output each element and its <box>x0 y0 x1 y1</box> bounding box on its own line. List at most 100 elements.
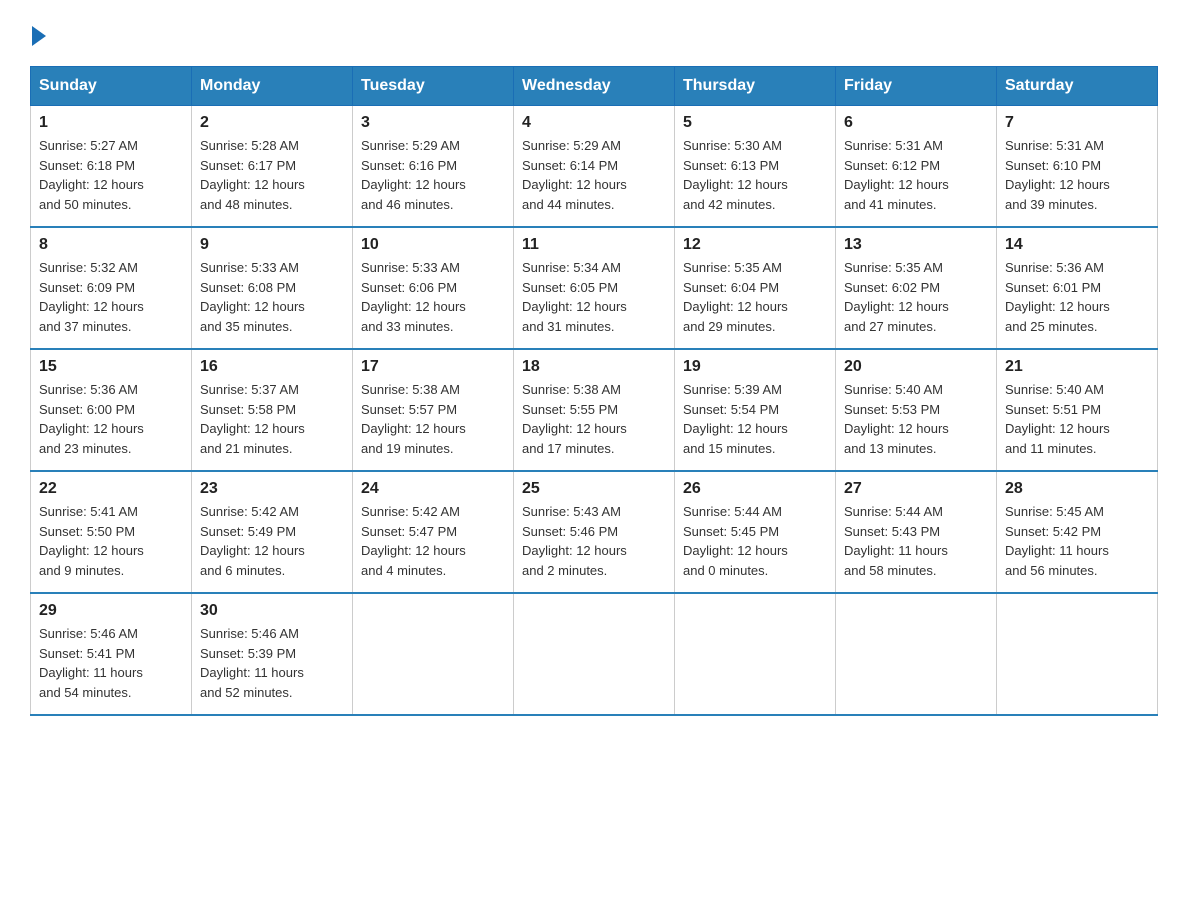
calendar-table: SundayMondayTuesdayWednesdayThursdayFrid… <box>30 66 1158 716</box>
header-cell-monday: Monday <box>192 67 353 106</box>
day-number: 1 <box>39 114 183 132</box>
calendar-day-cell: 4 Sunrise: 5:29 AMSunset: 6:14 PMDaylight… <box>514 106 675 228</box>
calendar-day-cell: 30Sunrise: 5:46 AMSunset: 5:39 PMDayligh… <box>192 593 353 715</box>
calendar-body: 1 Sunrise: 5:27 AMSunset: 6:18 PMDaylight… <box>31 106 1158 716</box>
day-number: 15 <box>39 358 183 376</box>
calendar-day-cell: 10Sunrise: 5:33 AMSunset: 6:06 PMDayligh… <box>353 227 514 349</box>
day-number: 13 <box>844 236 988 254</box>
logo-triangle-icon <box>32 26 46 46</box>
calendar-day-cell: 19 Sunrise: 5:39 AMSunset: 5:54 PMDayligh… <box>675 349 836 471</box>
calendar-week-row: 1 Sunrise: 5:27 AMSunset: 6:18 PMDaylight… <box>31 106 1158 228</box>
calendar-day-cell: 9 Sunrise: 5:33 AMSunset: 6:08 PMDaylight… <box>192 227 353 349</box>
day-info: Sunrise: 5:36 AMSunset: 6:01 PMDaylight:… <box>1005 258 1149 336</box>
day-number: 21 <box>1005 358 1149 376</box>
calendar-day-cell <box>997 593 1158 715</box>
calendar-day-cell: 11 Sunrise: 5:34 AMSunset: 6:05 PMDayligh… <box>514 227 675 349</box>
calendar-day-cell: 15Sunrise: 5:36 AMSunset: 6:00 PMDayligh… <box>31 349 192 471</box>
header-cell-tuesday: Tuesday <box>353 67 514 106</box>
header-row: SundayMondayTuesdayWednesdayThursdayFrid… <box>31 67 1158 106</box>
calendar-day-cell <box>675 593 836 715</box>
logo-blue-part <box>30 30 46 46</box>
day-info: Sunrise: 5:30 AMSunset: 6:13 PMDaylight:… <box>683 136 827 214</box>
day-info: Sunrise: 5:39 AMSunset: 5:54 PMDaylight:… <box>683 380 827 458</box>
day-number: 8 <box>39 236 183 254</box>
day-info: Sunrise: 5:33 AMSunset: 6:06 PMDaylight:… <box>361 258 505 336</box>
calendar-day-cell: 28 Sunrise: 5:45 AMSunset: 5:42 PMDayligh… <box>997 471 1158 593</box>
day-info: Sunrise: 5:41 AMSunset: 5:50 PMDaylight:… <box>39 502 183 580</box>
day-info: Sunrise: 5:35 AMSunset: 6:02 PMDaylight:… <box>844 258 988 336</box>
calendar-day-cell <box>353 593 514 715</box>
day-info: Sunrise: 5:45 AMSunset: 5:42 PMDaylight:… <box>1005 502 1149 580</box>
calendar-day-cell: 26 Sunrise: 5:44 AMSunset: 5:45 PMDayligh… <box>675 471 836 593</box>
calendar-day-cell: 22 Sunrise: 5:41 AMSunset: 5:50 PMDayligh… <box>31 471 192 593</box>
calendar-day-cell: 13 Sunrise: 5:35 AMSunset: 6:02 PMDayligh… <box>836 227 997 349</box>
day-number: 17 <box>361 358 505 376</box>
day-info: Sunrise: 5:43 AMSunset: 5:46 PMDaylight:… <box>522 502 666 580</box>
day-number: 7 <box>1005 114 1149 132</box>
calendar-day-cell: 27Sunrise: 5:44 AMSunset: 5:43 PMDayligh… <box>836 471 997 593</box>
calendar-day-cell <box>836 593 997 715</box>
header-cell-thursday: Thursday <box>675 67 836 106</box>
day-number: 18 <box>522 358 666 376</box>
calendar-week-row: 29Sunrise: 5:46 AMSunset: 5:41 PMDayligh… <box>31 593 1158 715</box>
calendar-day-cell: 18 Sunrise: 5:38 AMSunset: 5:55 PMDayligh… <box>514 349 675 471</box>
day-info: Sunrise: 5:42 AMSunset: 5:47 PMDaylight:… <box>361 502 505 580</box>
day-info: Sunrise: 5:44 AMSunset: 5:43 PMDaylight:… <box>844 502 988 580</box>
day-info: Sunrise: 5:35 AMSunset: 6:04 PMDaylight:… <box>683 258 827 336</box>
calendar-day-cell: 6 Sunrise: 5:31 AMSunset: 6:12 PMDaylight… <box>836 106 997 228</box>
calendar-day-cell: 25 Sunrise: 5:43 AMSunset: 5:46 PMDayligh… <box>514 471 675 593</box>
day-info: Sunrise: 5:40 AMSunset: 5:53 PMDaylight:… <box>844 380 988 458</box>
day-info: Sunrise: 5:29 AMSunset: 6:16 PMDaylight:… <box>361 136 505 214</box>
day-number: 12 <box>683 236 827 254</box>
calendar-day-cell: 16Sunrise: 5:37 AMSunset: 5:58 PMDayligh… <box>192 349 353 471</box>
day-info: Sunrise: 5:38 AMSunset: 5:55 PMDaylight:… <box>522 380 666 458</box>
logo <box>30 30 46 46</box>
calendar-day-cell: 24 Sunrise: 5:42 AMSunset: 5:47 PMDayligh… <box>353 471 514 593</box>
day-info: Sunrise: 5:27 AMSunset: 6:18 PMDaylight:… <box>39 136 183 214</box>
day-info: Sunrise: 5:40 AMSunset: 5:51 PMDaylight:… <box>1005 380 1149 458</box>
day-number: 25 <box>522 480 666 498</box>
day-number: 24 <box>361 480 505 498</box>
day-number: 14 <box>1005 236 1149 254</box>
day-number: 5 <box>683 114 827 132</box>
day-info: Sunrise: 5:46 AMSunset: 5:41 PMDaylight:… <box>39 624 183 702</box>
calendar-day-cell: 17 Sunrise: 5:38 AMSunset: 5:57 PMDayligh… <box>353 349 514 471</box>
day-info: Sunrise: 5:44 AMSunset: 5:45 PMDaylight:… <box>683 502 827 580</box>
calendar-day-cell: 12 Sunrise: 5:35 AMSunset: 6:04 PMDayligh… <box>675 227 836 349</box>
day-number: 6 <box>844 114 988 132</box>
header-cell-sunday: Sunday <box>31 67 192 106</box>
calendar-day-cell: 20 Sunrise: 5:40 AMSunset: 5:53 PMDayligh… <box>836 349 997 471</box>
day-number: 20 <box>844 358 988 376</box>
day-number: 22 <box>39 480 183 498</box>
header-cell-saturday: Saturday <box>997 67 1158 106</box>
day-number: 19 <box>683 358 827 376</box>
calendar-day-cell: 5 Sunrise: 5:30 AMSunset: 6:13 PMDaylight… <box>675 106 836 228</box>
calendar-week-row: 8 Sunrise: 5:32 AMSunset: 6:09 PMDaylight… <box>31 227 1158 349</box>
day-number: 2 <box>200 114 344 132</box>
day-info: Sunrise: 5:42 AMSunset: 5:49 PMDaylight:… <box>200 502 344 580</box>
day-number: 16 <box>200 358 344 376</box>
calendar-week-row: 22 Sunrise: 5:41 AMSunset: 5:50 PMDayligh… <box>31 471 1158 593</box>
day-info: Sunrise: 5:32 AMSunset: 6:09 PMDaylight:… <box>39 258 183 336</box>
day-number: 11 <box>522 236 666 254</box>
day-number: 3 <box>361 114 505 132</box>
day-number: 9 <box>200 236 344 254</box>
day-info: Sunrise: 5:28 AMSunset: 6:17 PMDaylight:… <box>200 136 344 214</box>
day-info: Sunrise: 5:29 AMSunset: 6:14 PMDaylight:… <box>522 136 666 214</box>
calendar-day-cell: 7Sunrise: 5:31 AMSunset: 6:10 PMDaylight… <box>997 106 1158 228</box>
calendar-day-cell: 21 Sunrise: 5:40 AMSunset: 5:51 PMDayligh… <box>997 349 1158 471</box>
calendar-day-cell: 1 Sunrise: 5:27 AMSunset: 6:18 PMDaylight… <box>31 106 192 228</box>
day-number: 26 <box>683 480 827 498</box>
page-header <box>30 20 1158 46</box>
day-info: Sunrise: 5:38 AMSunset: 5:57 PMDaylight:… <box>361 380 505 458</box>
calendar-day-cell: 14 Sunrise: 5:36 AMSunset: 6:01 PMDayligh… <box>997 227 1158 349</box>
day-number: 28 <box>1005 480 1149 498</box>
day-info: Sunrise: 5:31 AMSunset: 6:12 PMDaylight:… <box>844 136 988 214</box>
header-cell-friday: Friday <box>836 67 997 106</box>
day-info: Sunrise: 5:33 AMSunset: 6:08 PMDaylight:… <box>200 258 344 336</box>
header-cell-wednesday: Wednesday <box>514 67 675 106</box>
day-number: 30 <box>200 602 344 620</box>
day-info: Sunrise: 5:34 AMSunset: 6:05 PMDaylight:… <box>522 258 666 336</box>
calendar-day-cell: 3 Sunrise: 5:29 AMSunset: 6:16 PMDaylight… <box>353 106 514 228</box>
day-number: 4 <box>522 114 666 132</box>
